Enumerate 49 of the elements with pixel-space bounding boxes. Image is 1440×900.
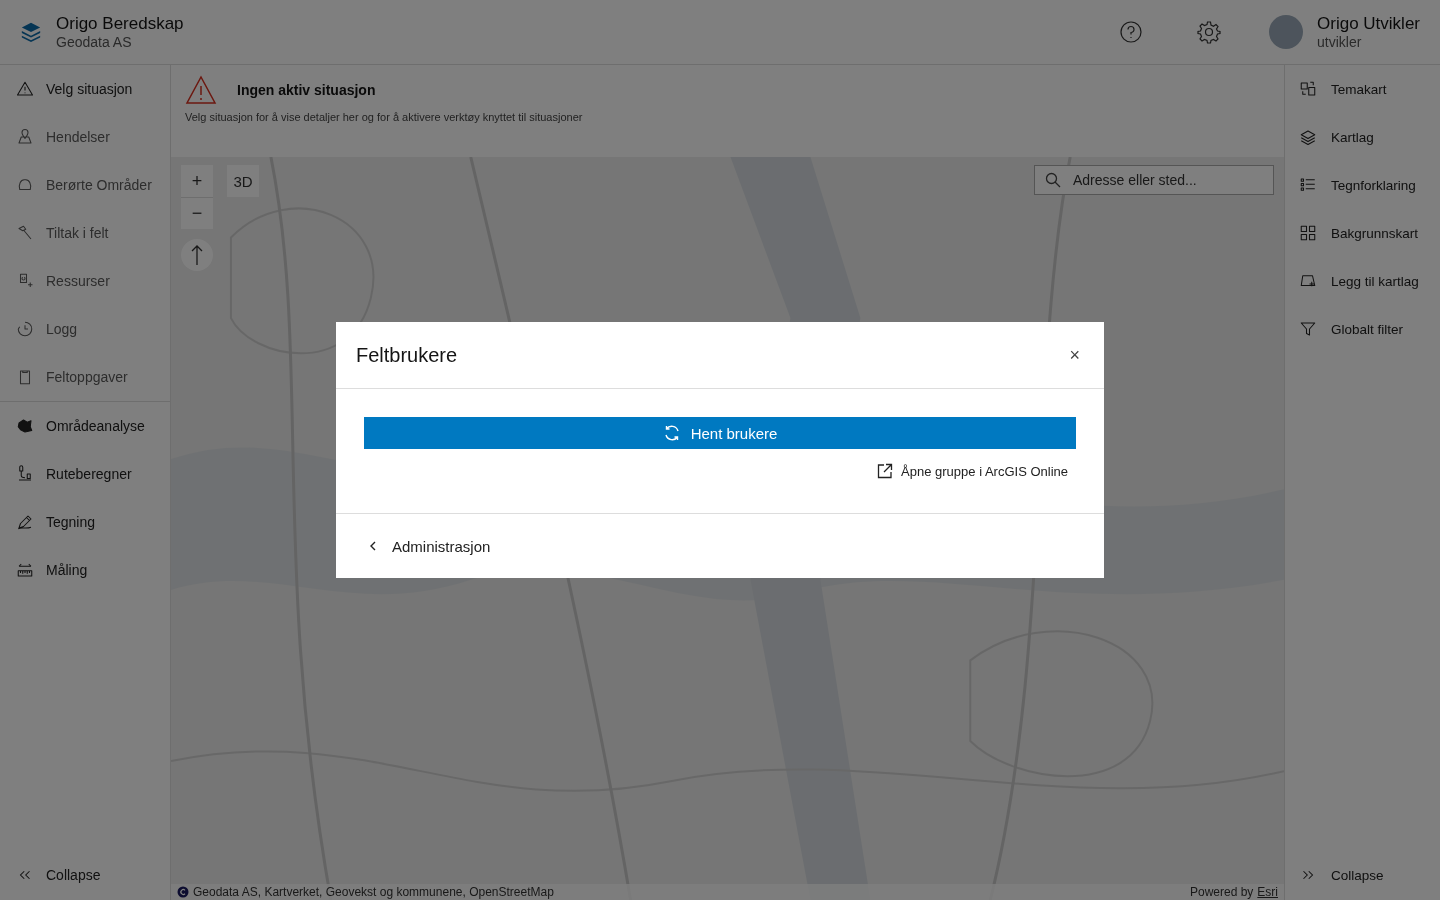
fetch-users-button[interactable]: Hent brukere [364, 417, 1076, 449]
chevron-left-icon [368, 541, 378, 551]
panel-item[interactable]: Tegnforklaring [1285, 161, 1440, 209]
panel-item[interactable]: Bakgrunnskart [1285, 209, 1440, 257]
warning-icon [16, 80, 34, 98]
logo-icon [20, 21, 42, 43]
collapse-button[interactable]: Collapse [1285, 850, 1440, 900]
map-icon [1299, 80, 1317, 98]
sidebar-item[interactable]: Velg situasjon [0, 65, 170, 113]
organization-name: Geodata AS [56, 34, 133, 50]
route-icon [16, 465, 34, 483]
dialog-title: Feltbrukere [356, 343, 459, 367]
grid-icon [1299, 224, 1317, 242]
panel-item[interactable]: Temakart [1285, 65, 1440, 113]
hammer-icon [16, 224, 34, 242]
user-role: utvikler [1317, 34, 1363, 50]
layers-icon [1299, 128, 1317, 146]
refresh-icon [662, 424, 681, 442]
back-button[interactable]: Administrasjon [336, 514, 511, 578]
app-title: Origo Beredskap [56, 14, 184, 34]
sidebar-item[interactable]: Måling [0, 546, 170, 594]
notice-title: Ingen aktiv situasjon [237, 82, 376, 98]
panel-item[interactable]: Legg til kartlag [1285, 257, 1440, 305]
search-field[interactable]: Adresse eller sted... [1034, 165, 1274, 195]
warning-icon [185, 75, 217, 105]
panel-item[interactable]: Kartlag [1285, 113, 1440, 161]
powered-by-text: Powered by [1189, 885, 1254, 899]
panel-item[interactable]: Globalt filter [1285, 305, 1440, 353]
legend-icon [1299, 176, 1317, 194]
collapse-button[interactable]: Collapse [0, 850, 170, 900]
esri-link[interactable]: Esri [1257, 885, 1278, 899]
help-icon[interactable] [1119, 20, 1144, 44]
external-link-icon [877, 463, 894, 479]
sidebar-item[interactable]: Områdeanalyse [0, 402, 170, 450]
attribution-text: Geodata AS, Kartverket, Geovekst og kommunene, OpenStreetMap [193, 885, 554, 899]
notice-text: Velg situasjon for å vise detaljer her og for å aktivere verktøy knyttet til situasjoner [185, 111, 584, 123]
close-button[interactable]: × [1065, 342, 1084, 368]
sidebar-item[interactable]: Ruteberegner [0, 450, 170, 498]
pencil-icon [16, 513, 34, 531]
3d-button[interactable]: 3D [227, 165, 259, 197]
user-name: Origo Utvikler [1317, 14, 1420, 34]
filter-icon [1299, 320, 1317, 338]
shape-icon [16, 417, 34, 435]
open-group-link[interactable]: Åpne gruppe i ArcGIS Online [877, 463, 1068, 479]
search-icon [1045, 172, 1061, 188]
sidebar-item[interactable]: Tegning [0, 498, 170, 546]
clock-icon [16, 320, 34, 338]
settings-icon[interactable] [1197, 20, 1222, 44]
ruler-icon [16, 561, 34, 579]
